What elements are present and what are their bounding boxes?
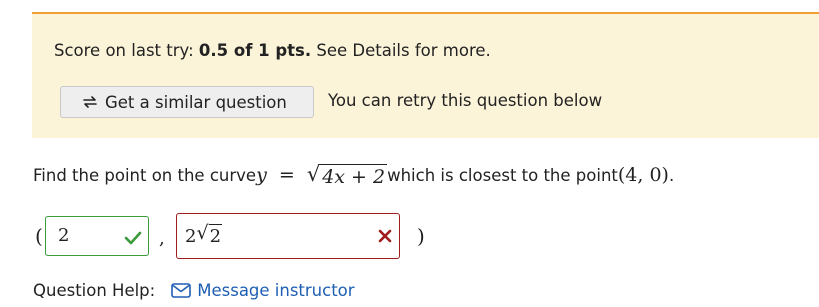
math-sqrt: √ 4x + 2: [306, 162, 388, 188]
y-radical-sign: √: [196, 222, 209, 244]
math-point: (4, 0): [618, 164, 669, 186]
score-value: 0.5 of 1 pts.: [198, 41, 312, 60]
question-lead: Find the point on the curve: [33, 166, 257, 185]
math-var-y: y: [256, 164, 267, 186]
score-panel: Score on last try: 0.5 of 1 pts. See Det…: [32, 12, 819, 138]
coordinate-comma: ,: [159, 228, 165, 249]
get-similar-question-button[interactable]: Get a similar question: [60, 86, 314, 118]
score-prefix: Score on last try:: [54, 41, 199, 60]
mail-icon: [171, 283, 192, 298]
x-mark-icon: [378, 229, 392, 243]
message-instructor-link[interactable]: Message instructor: [171, 281, 355, 300]
question-middle: which is closest to the point: [387, 166, 618, 185]
math-equals: =: [278, 164, 295, 186]
question-end: .: [668, 166, 675, 185]
question-help: Question Help: Message instructor: [33, 281, 355, 300]
y-coordinate-value: 2 √ 2: [185, 222, 223, 247]
message-instructor-label: Message instructor: [197, 281, 355, 300]
get-similar-question-label: Get a similar question: [105, 92, 287, 112]
math-curve: y = √ 4x + 2: [256, 162, 388, 188]
question-help-label: Question Help:: [33, 281, 156, 300]
refresh-icon: [83, 96, 97, 108]
x-coordinate-answer[interactable]: 2: [45, 216, 149, 256]
y-radicand: 2: [208, 224, 223, 247]
score-summary: Score on last try: 0.5 of 1 pts. See Det…: [54, 41, 491, 60]
y-coefficient: 2: [185, 226, 197, 247]
x-coordinate-value: 2: [58, 225, 70, 246]
score-suffix: See Details for more.: [311, 41, 491, 60]
retry-message: You can retry this question below: [328, 91, 603, 110]
close-paren: ): [417, 224, 425, 248]
y-sqrt: √ 2: [196, 222, 223, 247]
point-value: (4, 0): [617, 164, 669, 186]
math-radicand: 4x + 2: [320, 164, 388, 188]
check-icon: [124, 231, 142, 245]
question-text: Find the point on the curve y = √ 4x + 2 …: [33, 162, 675, 189]
open-paren: (: [35, 224, 43, 248]
y-coordinate-answer[interactable]: 2 √ 2: [176, 213, 400, 259]
radical-sign: √: [306, 162, 321, 186]
